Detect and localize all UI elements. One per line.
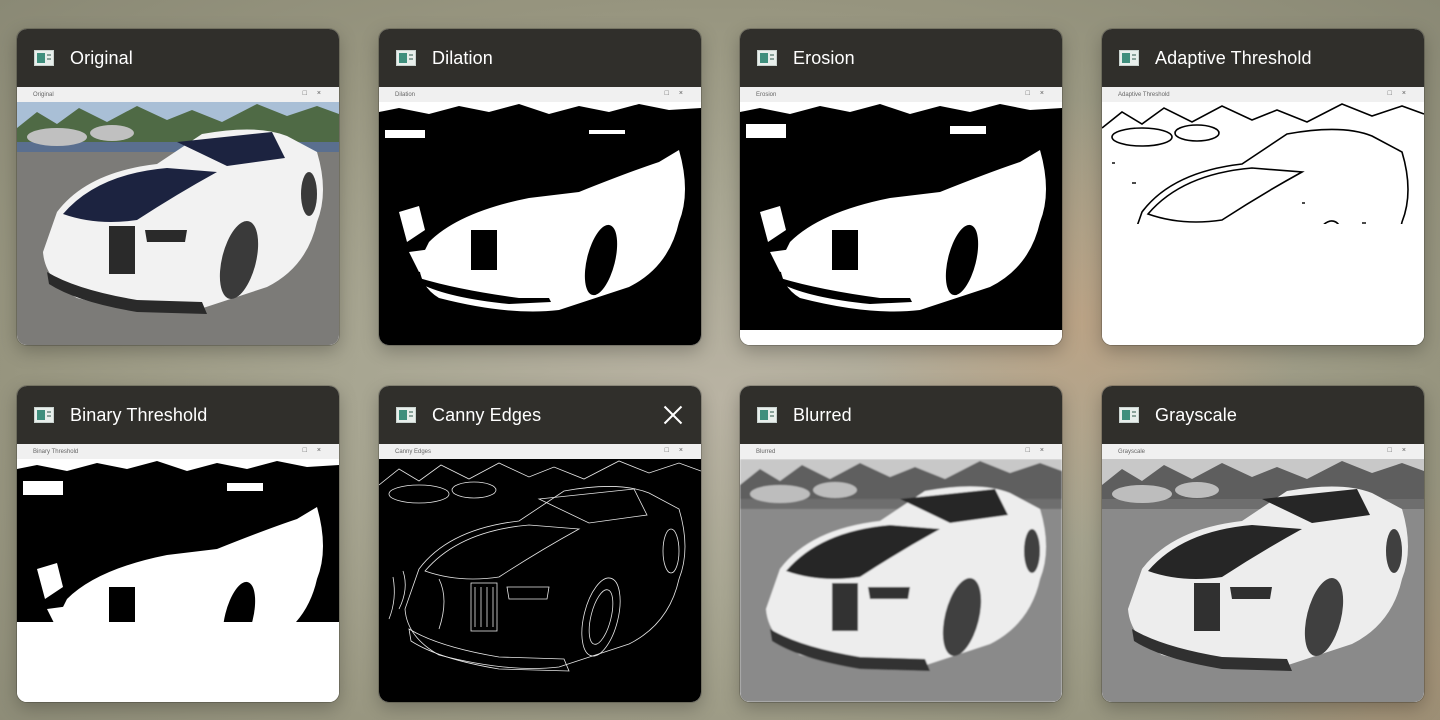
- processed-image: [740, 102, 1062, 345]
- app-window-icon: [757, 50, 777, 66]
- inner-window-title: Original: [33, 91, 54, 98]
- maximize-icon: □: [1387, 90, 1402, 97]
- app-window-icon: [396, 50, 416, 66]
- app-window-icon: [1119, 407, 1139, 423]
- inner-window-title: Adaptive Threshold: [1118, 91, 1170, 98]
- inner-window-controls: □×: [303, 447, 331, 454]
- inner-window-controls: □×: [1026, 90, 1054, 97]
- window-thumbnail-original[interactable]: Original Original □×: [17, 29, 339, 345]
- inner-close-icon: ×: [1039, 447, 1054, 454]
- window-titlebar: Dilation: [379, 29, 701, 87]
- inner-window-titlebar: Dilation □×: [379, 87, 701, 102]
- processed-image: [379, 102, 701, 345]
- inner-window-title: Blurred: [756, 448, 776, 455]
- processed-image: [379, 459, 701, 702]
- inner-window-controls: □×: [1388, 90, 1416, 97]
- maximize-icon: □: [664, 447, 679, 454]
- app-window-icon: [34, 50, 54, 66]
- processed-image: [17, 102, 339, 345]
- window-title: Original: [70, 47, 133, 68]
- window-title: Dilation: [432, 47, 493, 68]
- inner-close-icon: ×: [678, 447, 693, 454]
- app-window-icon: [34, 407, 54, 423]
- window-title: Erosion: [793, 47, 855, 68]
- processed-image: [740, 459, 1062, 702]
- inner-window-title: Erosion: [756, 91, 777, 98]
- window-titlebar: Adaptive Threshold: [1102, 29, 1424, 87]
- processed-image: [17, 459, 339, 702]
- inner-close-icon: ×: [678, 90, 693, 97]
- maximize-icon: □: [302, 447, 317, 454]
- window-title: Binary Threshold: [70, 404, 208, 425]
- window-thumbnail-grayscale[interactable]: Grayscale Grayscale □×: [1102, 386, 1424, 702]
- window-content: [1102, 102, 1424, 345]
- processed-image: [1102, 459, 1424, 702]
- window-titlebar: Original: [17, 29, 339, 87]
- close-icon[interactable]: [659, 401, 687, 429]
- inner-window-titlebar: Adaptive Threshold □×: [1102, 87, 1424, 102]
- maximize-icon: □: [302, 90, 317, 97]
- inner-window-controls: □×: [303, 90, 331, 97]
- inner-close-icon: ×: [1039, 90, 1054, 97]
- window-title: Canny Edges: [432, 404, 542, 425]
- inner-close-icon: ×: [1401, 447, 1416, 454]
- window-title: Adaptive Threshold: [1155, 47, 1312, 68]
- window-titlebar: Canny Edges: [379, 386, 701, 444]
- window-content: [379, 102, 701, 345]
- inner-close-icon: ×: [316, 90, 331, 97]
- maximize-icon: □: [1025, 447, 1040, 454]
- inner-window-title: Canny Edges: [395, 448, 432, 455]
- window-titlebar: Grayscale: [1102, 386, 1424, 444]
- window-content: [1102, 459, 1424, 702]
- inner-window-titlebar: Erosion □×: [740, 87, 1062, 102]
- window-thumbnail-binary-threshold[interactable]: Binary Threshold Binary Threshold □×: [17, 386, 339, 702]
- inner-close-icon: ×: [316, 447, 331, 454]
- inner-window-title: Binary Threshold: [33, 448, 79, 455]
- maximize-icon: □: [1387, 447, 1402, 454]
- maximize-icon: □: [664, 90, 679, 97]
- inner-close-icon: ×: [1401, 90, 1416, 97]
- window-titlebar: Erosion: [740, 29, 1062, 87]
- inner-window-title: Dilation: [395, 91, 416, 98]
- window-content: [740, 459, 1062, 702]
- window-title: Grayscale: [1155, 404, 1237, 425]
- processed-image: [1102, 102, 1424, 345]
- window-thumbnail-erosion[interactable]: Erosion Erosion □×: [740, 29, 1062, 345]
- window-titlebar: Blurred: [740, 386, 1062, 444]
- inner-window-titlebar: Binary Threshold □×: [17, 444, 339, 459]
- window-thumbnail-canny-edges[interactable]: Canny Edges Canny Edges □×: [379, 386, 701, 702]
- window-thumbnail-dilation[interactable]: Dilation Dilation □×: [379, 29, 701, 345]
- inner-window-controls: □×: [665, 90, 693, 97]
- window-content: [379, 459, 701, 702]
- window-thumbnail-adaptive-threshold[interactable]: Adaptive Threshold Adaptive Threshold □×: [1102, 29, 1424, 345]
- inner-window-titlebar: Original □×: [17, 87, 339, 102]
- window-title: Blurred: [793, 404, 852, 425]
- inner-window-controls: □×: [665, 447, 693, 454]
- window-content: [740, 102, 1062, 345]
- window-content: [17, 459, 339, 702]
- maximize-icon: □: [1025, 90, 1040, 97]
- inner-window-title: Grayscale: [1118, 448, 1146, 455]
- window-thumbnail-blurred[interactable]: Blurred Blurred □×: [740, 386, 1062, 702]
- inner-window-titlebar: Blurred □×: [740, 444, 1062, 459]
- app-window-icon: [396, 407, 416, 423]
- window-titlebar: Binary Threshold: [17, 386, 339, 444]
- inner-window-titlebar: Canny Edges □×: [379, 444, 701, 459]
- window-content: [17, 102, 339, 345]
- app-window-icon: [757, 407, 777, 423]
- app-window-icon: [1119, 50, 1139, 66]
- inner-window-controls: □×: [1026, 447, 1054, 454]
- inner-window-controls: □×: [1388, 447, 1416, 454]
- inner-window-titlebar: Grayscale □×: [1102, 444, 1424, 459]
